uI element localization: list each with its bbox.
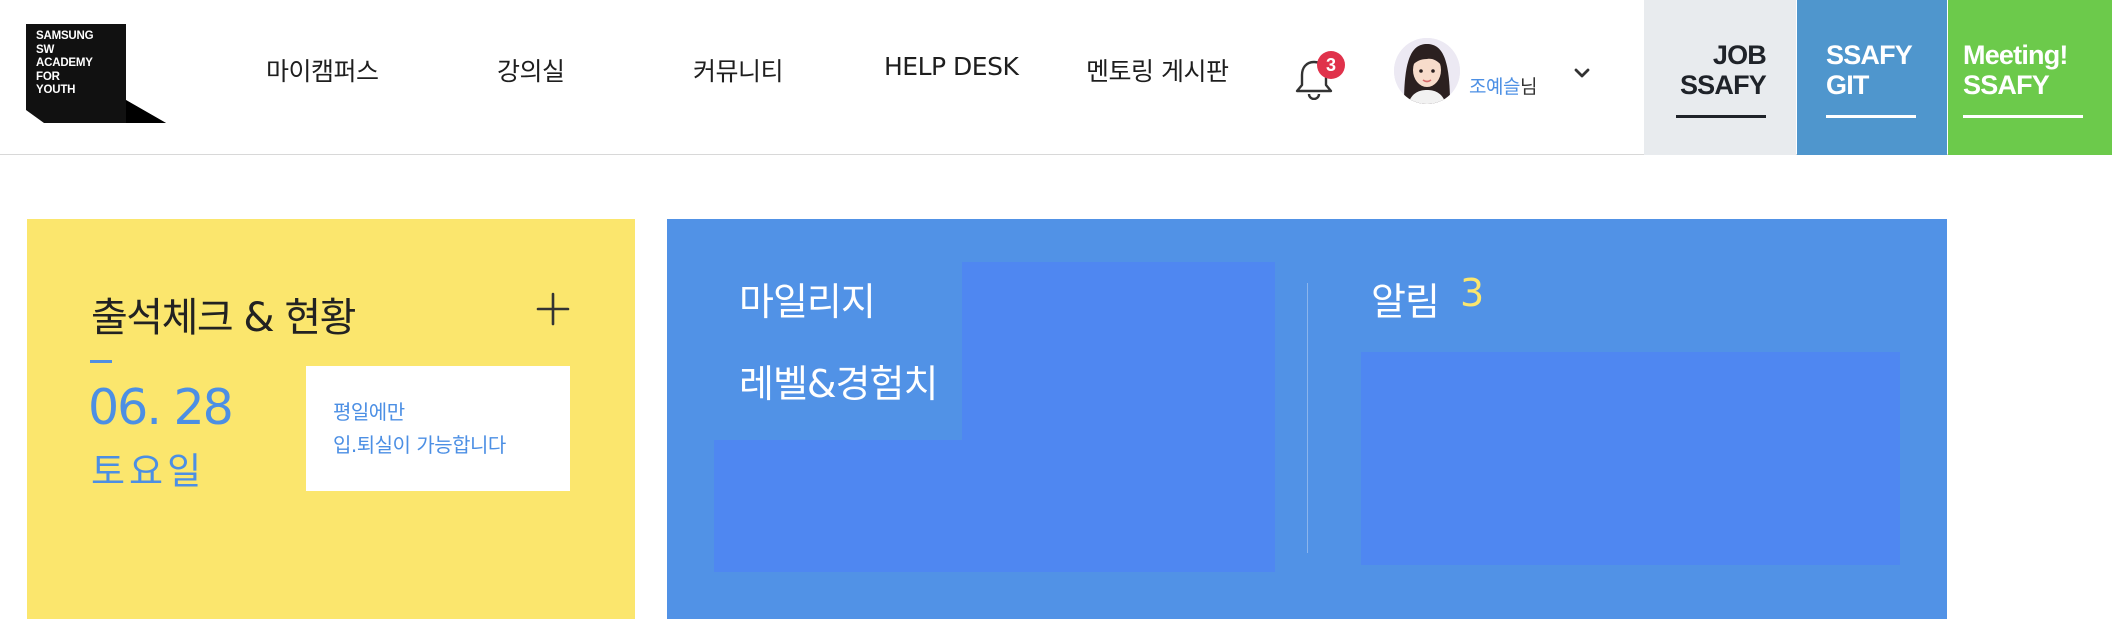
- meeting-ssafy-line-2: SSAFY: [1963, 70, 2050, 100]
- user-name-text: 조예슬: [1469, 76, 1520, 98]
- ssafy-git-underline: [1826, 115, 1916, 118]
- mileage-alert-panel: 마일리지 레벨&경험치 알림 3: [667, 219, 1947, 619]
- attendance-card: 출석체크 & 현황 06. 28 토요일 평일에만 입.퇴실이 가능합니다: [27, 219, 635, 619]
- meeting-ssafy-label: Meeting! SSAFY: [1963, 40, 2068, 100]
- user-name-suffix: 님: [1519, 76, 1537, 98]
- nav-item-classroom[interactable]: 강의실: [497, 52, 565, 88]
- meeting-ssafy-underline: [1963, 115, 2083, 118]
- logo-line-5: YOUTH: [36, 84, 76, 96]
- level-content-area: [714, 440, 1275, 572]
- notification-badge: 3: [1317, 51, 1345, 79]
- job-ssafy-button[interactable]: JOB SSAFY: [1644, 0, 1796, 155]
- mileage-title[interactable]: 마일리지: [739, 271, 876, 326]
- alerts-count: 3: [1460, 271, 1485, 315]
- mileage-content-area: [962, 262, 1275, 450]
- nav-item-mentoring-board[interactable]: 멘토링 게시판: [1086, 52, 1229, 88]
- attendance-title: 출석체크 & 현황: [91, 295, 356, 341]
- nav-item-help-desk[interactable]: HELP DESK: [884, 52, 1019, 81]
- panel-divider: [1307, 283, 1308, 553]
- ssafy-git-line-2: GIT: [1826, 70, 1869, 100]
- ssafy-git-label: SSAFY GIT: [1826, 40, 1913, 100]
- ssafy-git-line-1: SSAFY: [1826, 40, 1913, 70]
- chevron-down-icon[interactable]: [1571, 62, 1593, 84]
- attendance-date: 06. 28: [88, 379, 234, 436]
- top-header: SAMSUNG SW ACADEMY FOR YOUTH 마이캠퍼스 강의실 커…: [0, 0, 2112, 155]
- user-name[interactable]: 조예슬님: [1469, 72, 1537, 99]
- ssafy-logo[interactable]: SAMSUNG SW ACADEMY FOR YOUTH: [26, 24, 166, 123]
- nav-item-my-campus[interactable]: 마이캠퍼스: [266, 52, 379, 88]
- alerts-title[interactable]: 알림: [1371, 271, 1440, 326]
- logo-line-4: FOR: [36, 70, 60, 83]
- job-ssafy-underline: [1676, 115, 1766, 118]
- job-ssafy-line-1: JOB: [1712, 40, 1767, 70]
- meeting-ssafy-button[interactable]: Meeting! SSAFY: [1948, 0, 2112, 155]
- job-ssafy-label: JOB SSAFY: [1679, 40, 1767, 100]
- level-experience-title[interactable]: 레벨&경험치: [739, 353, 938, 408]
- nav-item-community[interactable]: 커뮤니티: [693, 52, 784, 88]
- attendance-date-marker: [90, 360, 112, 363]
- meeting-ssafy-line-1: Meeting!: [1963, 40, 2068, 70]
- attendance-notice-box: 평일에만 입.퇴실이 가능합니다: [306, 366, 570, 491]
- avatar[interactable]: [1394, 38, 1460, 104]
- attendance-notice-line-1: 평일에만: [333, 400, 405, 424]
- attendance-weekday: 토요일: [91, 450, 206, 493]
- logo-line-2: SW: [36, 43, 55, 56]
- job-ssafy-line-2: SSAFY: [1679, 70, 1767, 100]
- logo-text: SAMSUNG SW ACADEMY FOR YOUTH: [36, 30, 94, 98]
- attendance-notice-line-2: 입.퇴실이 가능합니다: [333, 433, 506, 457]
- logo-line-1: SAMSUNG: [36, 30, 94, 42]
- alerts-content-area: [1361, 352, 1900, 565]
- plus-icon[interactable]: [535, 291, 571, 327]
- logo-line-3: ACADEMY: [36, 57, 93, 69]
- ssafy-git-button[interactable]: SSAFY GIT: [1797, 0, 1947, 155]
